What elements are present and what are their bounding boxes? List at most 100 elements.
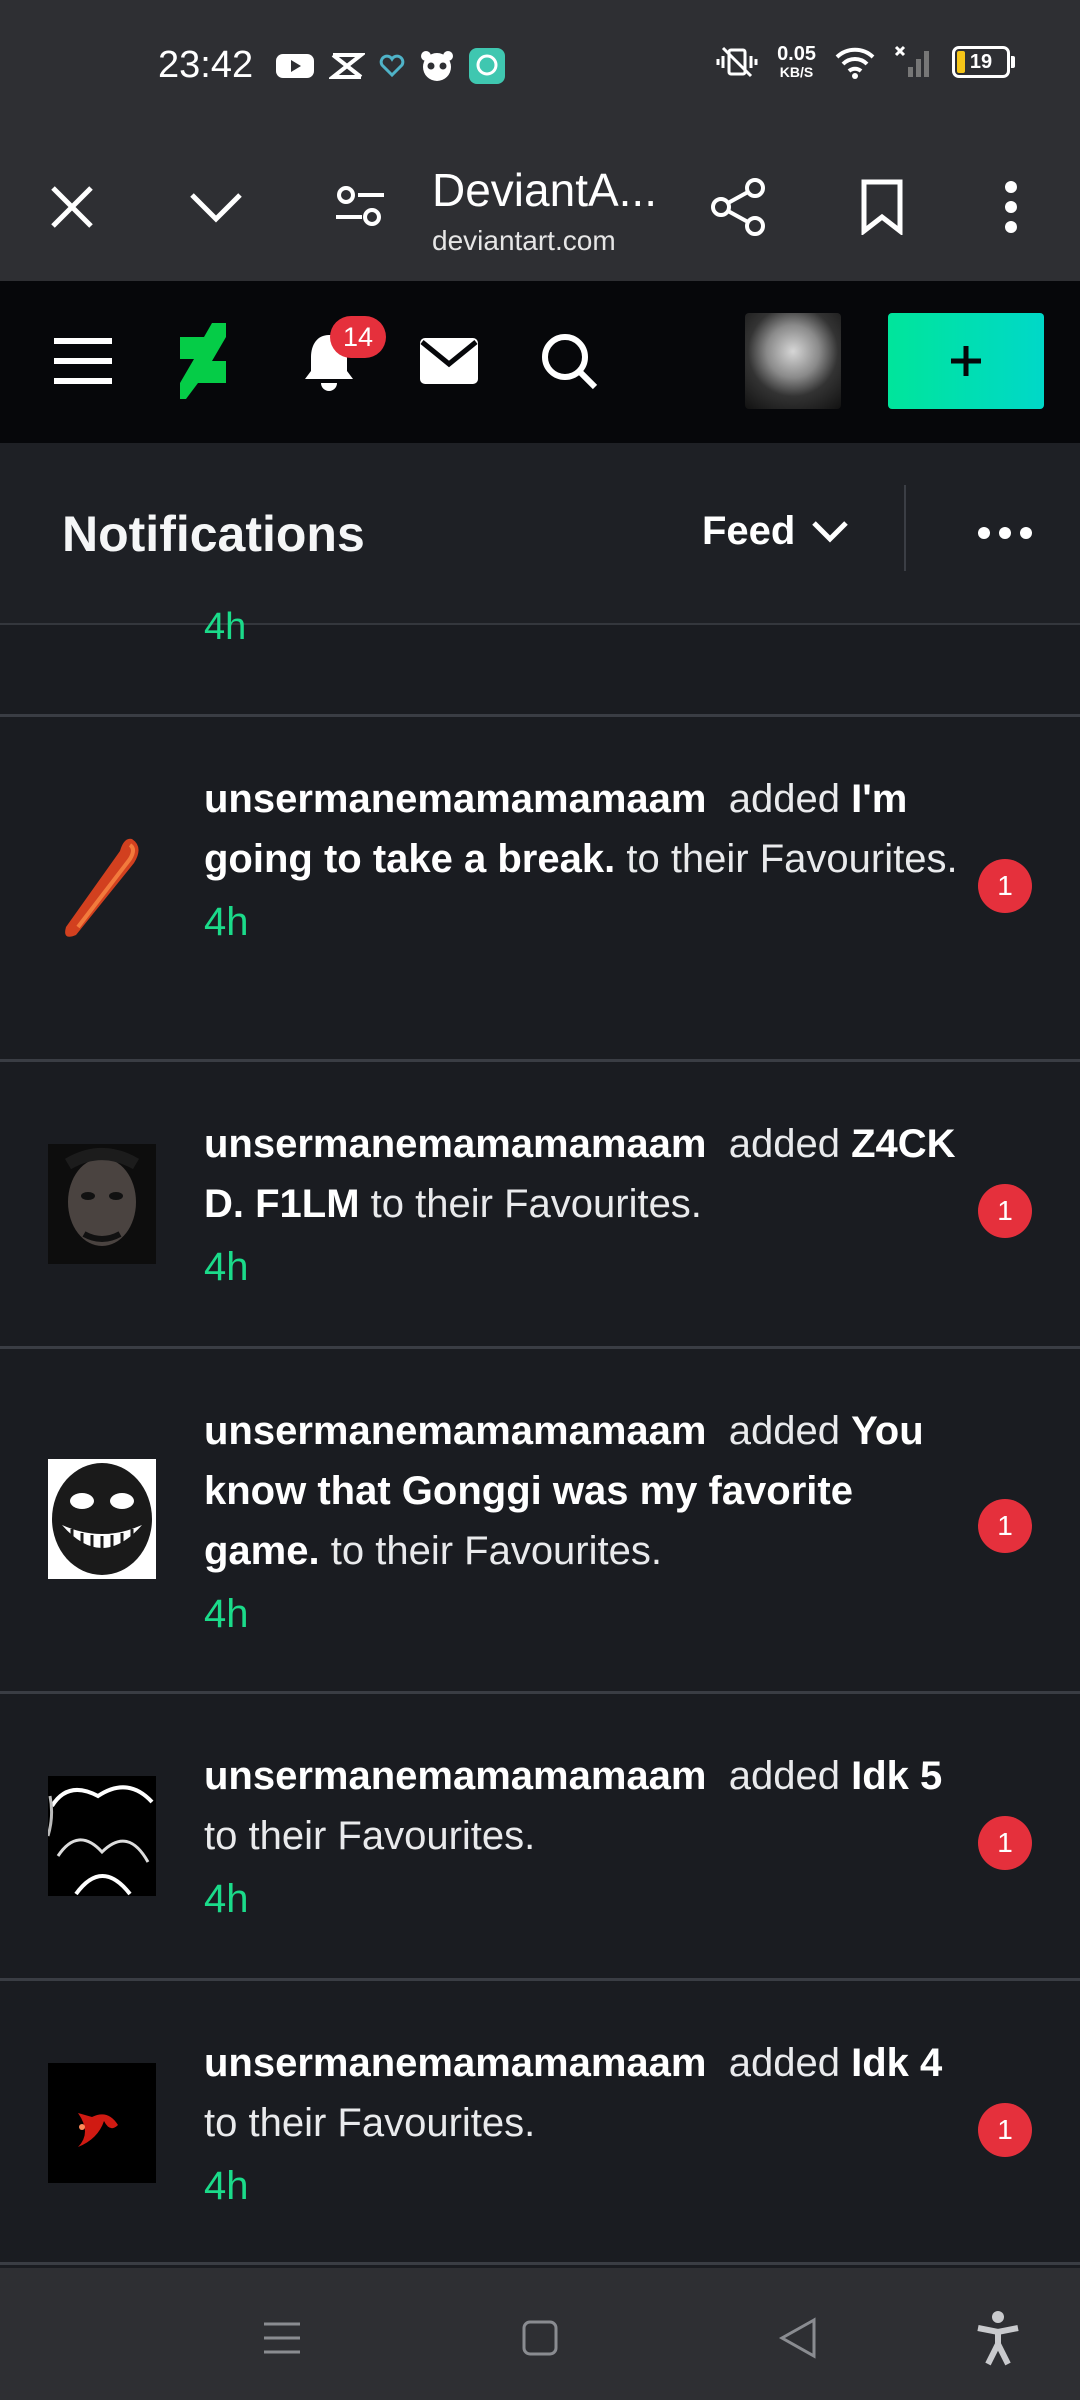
mail-icon [420,338,478,384]
count-badge: 1 [978,1816,1032,1870]
minimize-button[interactable] [180,171,252,243]
back-button[interactable] [768,2308,828,2368]
count-badge: 1 [978,2103,1032,2157]
action-verb: added [728,1122,840,1166]
user-avatar[interactable] [745,313,841,409]
count-badge: 1 [978,1184,1032,1238]
more-vertical-icon [1005,181,1017,233]
username-link[interactable]: unsermanemamamamaam [204,777,706,821]
dot [999,527,1011,539]
search-button[interactable] [534,326,604,396]
notification-time: 4h [204,1245,249,1289]
action-verb: added [728,2041,840,2085]
bookmark-icon [861,179,903,235]
action-verb: added [728,1754,840,1798]
panda-icon [421,51,453,81]
action-suffix: to their Favourites. [204,1814,536,1858]
share-button[interactable] [702,171,774,243]
app-x-icon [329,53,365,79]
notification-time: 4h [204,2164,249,2208]
page-title: Notifications [62,506,365,562]
deviation-thumbnail[interactable] [48,1144,156,1264]
action-suffix: to their Favourites. [370,1182,702,1226]
notification-item[interactable]: unsermanemamamamaam added You know that … [0,1349,1080,1691]
action-suffix: to their Favourites. [330,1529,662,1573]
notification-text: unsermanemamamamaam added I'm going to t… [204,769,964,955]
username-link[interactable]: unsermanemamamamaam [204,1754,706,1798]
browser-toolbar: DeviantA... deviantart.com [0,135,1080,281]
recent-apps-icon [264,2322,300,2354]
dot [978,527,990,539]
site-url: deviantart.com [432,225,616,256]
deviation-thumbnail[interactable] [48,2063,156,2183]
chevron-down-icon [190,193,242,223]
youtube-icon [276,54,314,78]
feed-dropdown[interactable]: Feed [702,509,849,554]
bookmark-button[interactable] [846,171,918,243]
count-badge: 1 [978,859,1032,913]
chat-app-icon [469,48,505,84]
network-speed-unit: KB/S [779,64,814,80]
home-icon [522,2320,558,2356]
heart-app-icon [379,54,405,78]
notification-item[interactable]: unsermanemamamamaam added Idk 4 to their… [0,1981,1080,2265]
deviation-thumbnail[interactable] [48,1459,156,1579]
search-icon [542,334,598,390]
vibrate-off-icon [716,46,758,78]
hamburger-icon [54,338,112,384]
share-icon [711,178,765,236]
notification-text: unsermanemamamamaam added Idk 4 to their… [204,2033,964,2219]
notification-text: unsermanemamamamaam added Idk 5 to their… [204,1746,964,1932]
notification-item[interactable]: unsermanemamamamaam added Z4CK D. F1LM t… [0,1062,1080,1346]
messages-button[interactable] [414,326,484,396]
close-tab-button[interactable] [36,171,108,243]
username-link[interactable]: unsermanemamamamaam [204,1122,706,1166]
home-button[interactable] [510,2308,570,2368]
status-system-icons: 0.05 KB/S 19 [715,44,1015,80]
site-settings-button[interactable] [324,171,396,243]
battery-level: 19 [969,51,993,73]
status-time: 23:42 [158,44,254,86]
site-title: DeviantA... [432,164,657,216]
username-link[interactable]: unsermanemamamamaam [204,2041,706,2085]
chevron-down-icon [812,520,849,543]
menu-button[interactable] [48,326,118,396]
system-navigation-bar [0,2268,1080,2400]
create-button[interactable] [888,313,1044,409]
count-badge: 1 [978,1499,1032,1553]
tune-icon [336,186,384,226]
recent-apps-button[interactable] [252,2308,312,2368]
action-verb: added [728,1409,840,1453]
notifications-toolbar: Notifications Feed [0,443,1080,625]
notification-time: 4h [204,606,247,648]
accessibility-button[interactable] [968,2308,1028,2368]
deviation-title-link[interactable]: Idk 4 [851,2041,942,2085]
network-speed-value: 0.05 [777,43,816,65]
wifi-icon [835,47,875,79]
username-link[interactable]: unsermanemamamamaam [204,1409,706,1453]
deviantart-logo[interactable] [168,323,238,399]
notification-text: unsermanemamamamaam added Z4CK D. F1LM t… [204,1114,964,1300]
action-suffix: to their Favourites. [626,837,958,881]
network-speed: 0.05 KB/S [777,44,816,80]
more-options-button[interactable] [970,509,1040,557]
close-icon [51,186,93,228]
battery-icon: 19 [952,46,1015,78]
deviation-title-link[interactable]: Idk 5 [851,1754,942,1798]
browser-menu-button[interactable] [975,171,1047,243]
action-verb: added [728,777,840,821]
status-bar: 23:42 0.05 KB/S 19 [0,0,1080,135]
plus-icon [951,346,981,376]
action-suffix: to their Favourites. [204,2101,536,2145]
deviantart-logo-icon [180,323,226,399]
notification-item[interactable]: unsermanemamamamaam added Idk 5 to their… [0,1694,1080,1978]
notification-item[interactable]: unsermanemamamamaam added I'm going to t… [0,717,1080,1059]
notification-time: 4h [204,1592,249,1636]
divider [0,2262,1080,2265]
deviation-thumbnail[interactable] [48,817,156,937]
notification-time: 4h [204,1877,249,1921]
dot [1020,527,1032,539]
deviation-thumbnail[interactable] [48,1776,156,1896]
cell-signal-icon [894,45,929,77]
toolbar-divider [904,485,906,571]
